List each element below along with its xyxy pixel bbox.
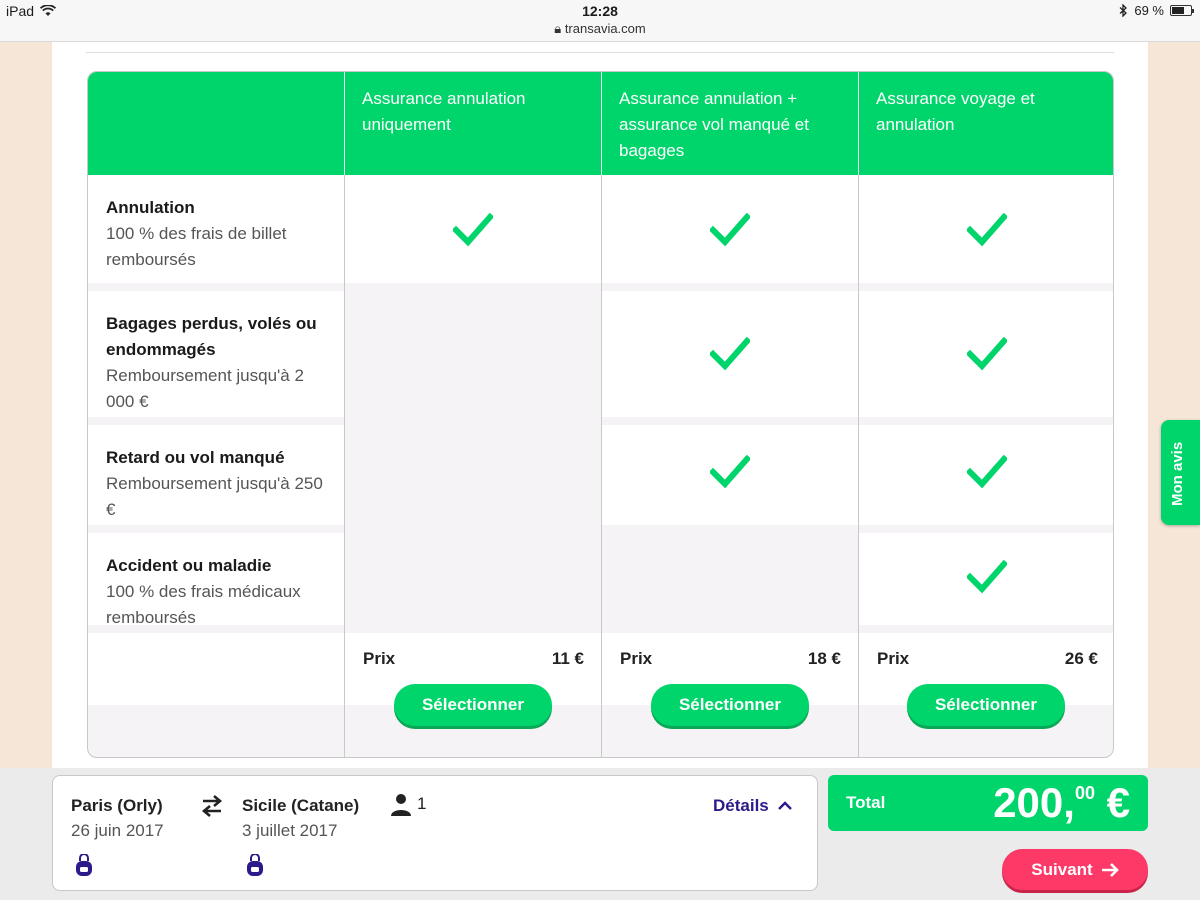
insurance-comparison-table: Assurance annulation uniquement Assuranc… [87, 71, 1114, 758]
table-cell [859, 291, 1113, 417]
page-content: Assurance annulation uniquement Assuranc… [52, 42, 1148, 768]
total-price-box: Total 200,00 € [828, 775, 1148, 831]
lock-icon: 🔒︎ [554, 21, 562, 36]
divider [86, 52, 1114, 53]
passenger-number: 1 [417, 794, 427, 813]
table-cell [602, 291, 858, 417]
feedback-tab[interactable]: Mon avis [1161, 420, 1200, 525]
next-label: Suivant [1031, 859, 1093, 879]
backpack-icon [76, 854, 92, 876]
table-cell [602, 175, 858, 283]
checkmark-icon [967, 560, 1007, 594]
total-amount: 200,00 € [993, 779, 1130, 827]
table-cell [345, 175, 601, 283]
column-divider [858, 175, 859, 757]
swap-arrows-icon [201, 795, 223, 817]
header-divider [601, 72, 602, 175]
trip-summary-card: Paris (Orly) 26 juin 2017 Sicile (Catane… [52, 775, 818, 891]
checkmark-icon [710, 455, 750, 489]
table-cell [859, 175, 1113, 283]
checkmark-icon [710, 213, 750, 247]
checkmark-icon [967, 337, 1007, 371]
table-row-label: Bagages perdus, volés ou endommagés Remb… [88, 291, 344, 417]
header-divider [858, 72, 859, 175]
header-divider [344, 72, 345, 175]
total-amount-cents: 00 [1074, 783, 1095, 803]
price-label: Prix [620, 649, 653, 668]
row-title: Accident ou maladie [106, 556, 272, 575]
column-header-2: Assurance annulation + assurance vol man… [619, 89, 809, 160]
column-divider [601, 175, 602, 757]
total-label: Total [846, 793, 886, 812]
checkmark-icon [453, 213, 493, 247]
column-header-3: Assurance voyage et annulation [876, 89, 1035, 134]
row-title: Bagages perdus, volés ou endommagés [106, 314, 317, 359]
clock: 12:28 [582, 3, 618, 19]
feedback-tab-label: Mon avis [1169, 441, 1186, 506]
url-text[interactable]: transavia.com [565, 21, 646, 36]
price-label: Prix [363, 649, 396, 668]
destination-city: Sicile (Catane) [242, 796, 360, 815]
bluetooth-icon [1119, 4, 1128, 17]
price-label: Prix [877, 649, 910, 668]
table-row-label: Accident ou maladie 100 % des frais médi… [88, 533, 344, 627]
price-value: 18 € [807, 649, 841, 668]
details-toggle[interactable]: Détails [713, 796, 793, 816]
select-button-2[interactable]: Sélectionner [651, 684, 809, 726]
row-description: 100 % des frais médicaux remboursés [106, 582, 301, 627]
person-icon [391, 794, 411, 816]
price-value: 26 € [1064, 649, 1098, 668]
table-cell [859, 425, 1113, 525]
url-bar[interactable]: 🔒︎ transavia.com [0, 21, 1200, 37]
column-divider [344, 175, 345, 757]
departure-date: 26 juin 2017 [71, 821, 164, 840]
row-description: Remboursement jusqu'à 2 000 € [106, 366, 304, 411]
select-button-1[interactable]: Sélectionner [394, 684, 552, 726]
table-cell [88, 633, 344, 705]
table-row-label: Retard ou vol manqué Remboursement jusqu… [88, 425, 344, 525]
table-cell [859, 533, 1113, 625]
table-row-label: Annulation 100 % des frais de billet rem… [88, 175, 344, 283]
details-label: Détails [713, 796, 769, 815]
next-button[interactable]: Suivant [1002, 849, 1148, 890]
checkmark-icon [967, 455, 1007, 489]
passenger-count: 1 [389, 792, 426, 816]
origin-city: Paris (Orly) [71, 796, 163, 815]
column-header-1: Assurance annulation uniquement [362, 89, 526, 134]
backpack-icon [247, 854, 263, 876]
row-description: 100 % des frais de billet remboursés [106, 224, 287, 269]
total-amount-main: 200, [993, 779, 1075, 826]
checkmark-icon [710, 337, 750, 371]
arrow-right-icon [1101, 862, 1119, 877]
row-title: Annulation [106, 198, 195, 217]
row-description: Remboursement jusqu'à 250 € [106, 474, 323, 519]
status-right: 69 % [1119, 3, 1194, 18]
row-title: Retard ou vol manqué [106, 448, 285, 467]
booking-summary-bar: Paris (Orly) 26 juin 2017 Sicile (Catane… [0, 768, 1200, 900]
status-bar: iPad 12:28 🔒︎ transavia.com 69 % [0, 0, 1200, 42]
checkmark-icon [967, 213, 1007, 247]
table-cell [602, 425, 858, 525]
chevron-up-icon [777, 801, 792, 810]
total-currency: € [1106, 779, 1130, 826]
battery-icon [1170, 5, 1194, 16]
price-value: 11 € [551, 649, 584, 668]
return-date: 3 juillet 2017 [242, 821, 338, 840]
select-button-3[interactable]: Sélectionner [907, 684, 1065, 726]
battery-percent: 69 % [1134, 3, 1164, 18]
